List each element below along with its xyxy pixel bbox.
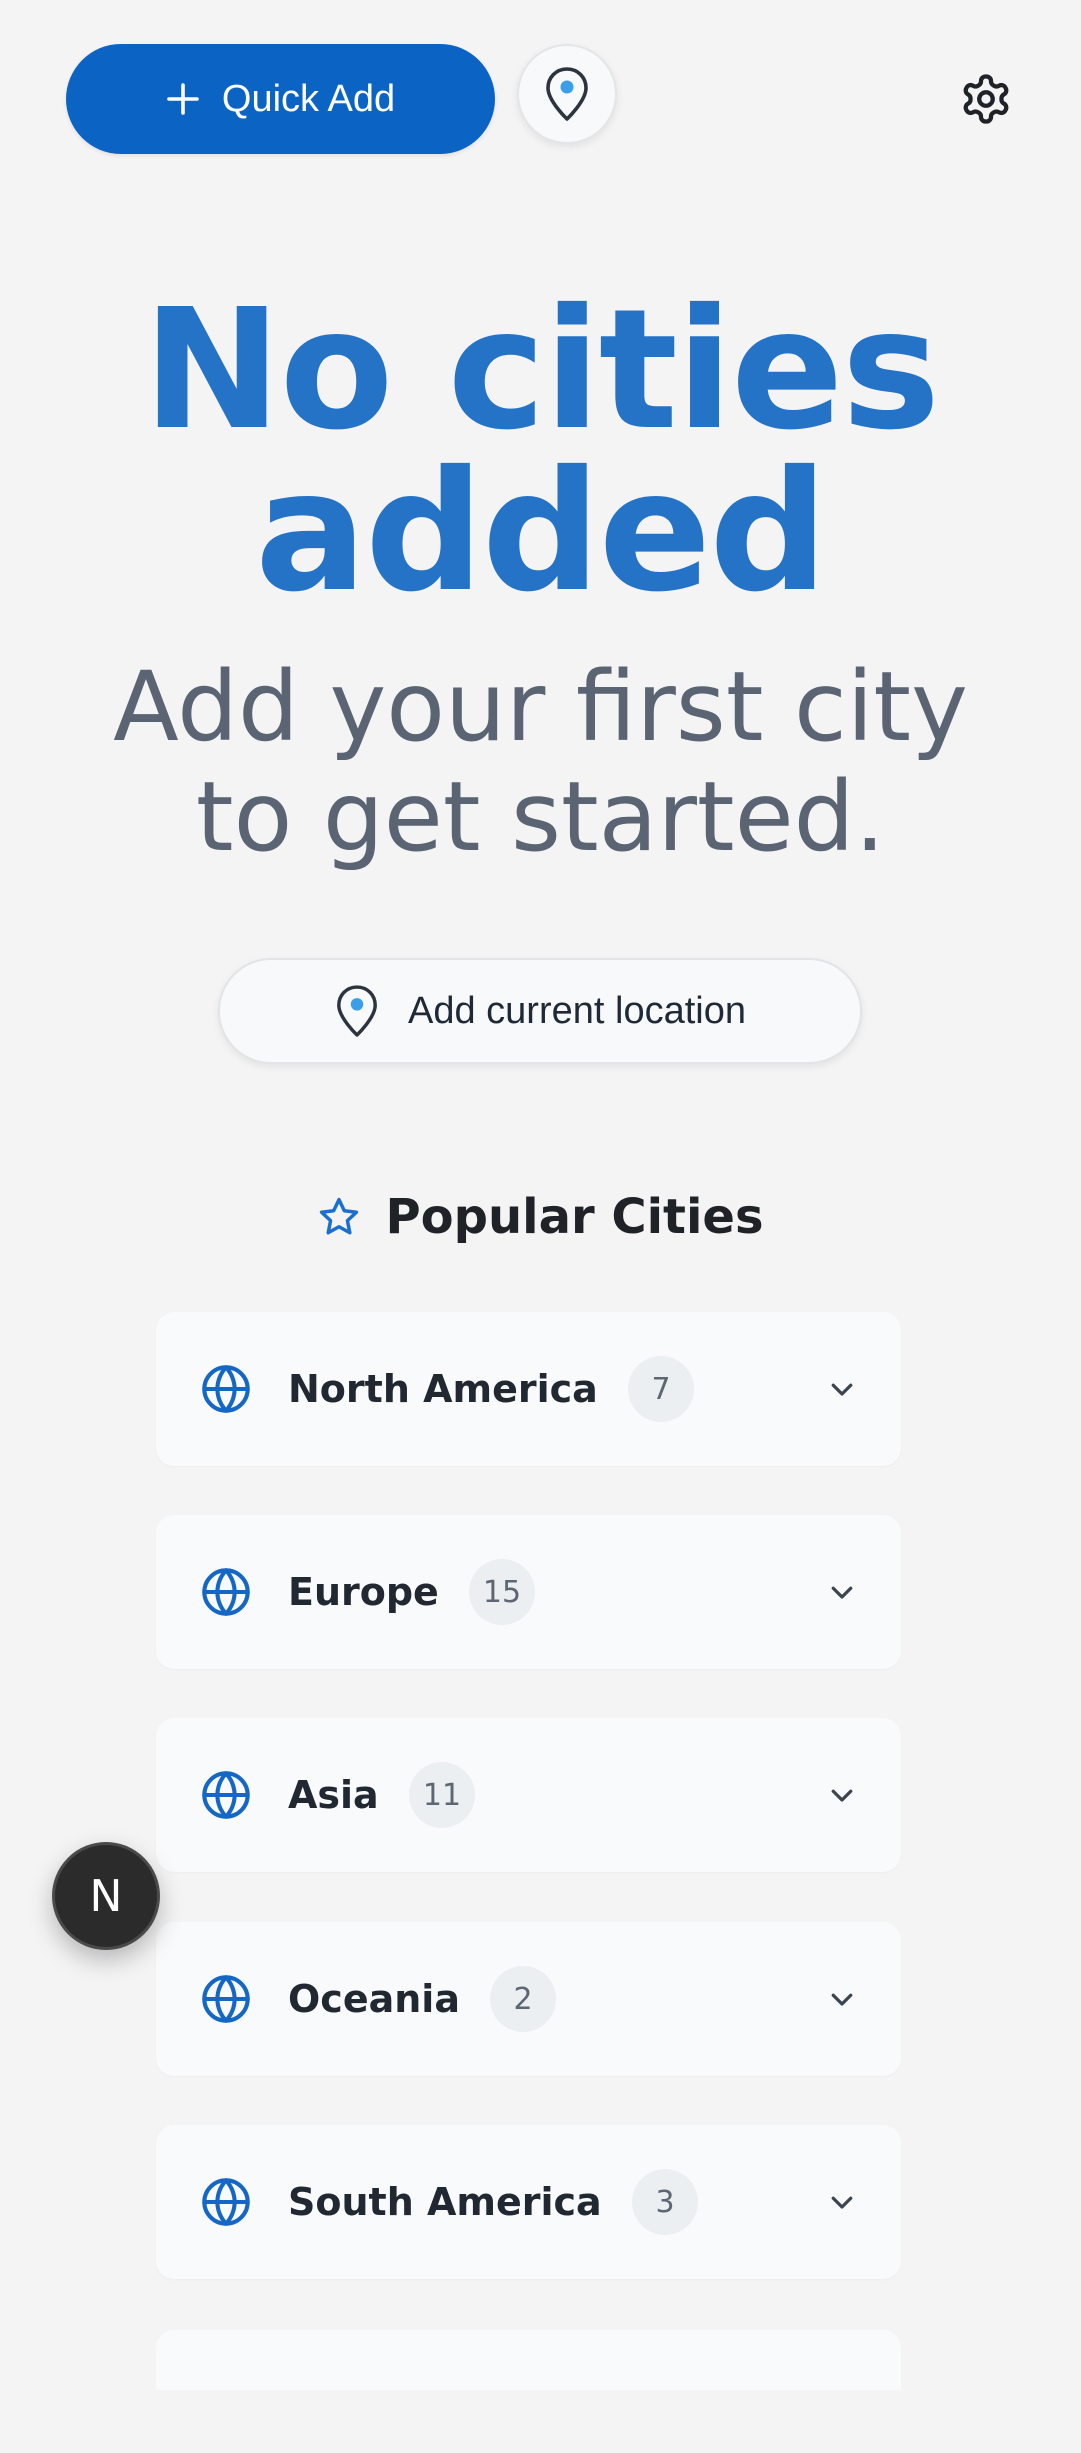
chevron-down-icon[interactable] bbox=[827, 2187, 857, 2217]
region-count-badge: 15 bbox=[469, 1559, 535, 1625]
globe-icon bbox=[200, 1769, 252, 1821]
map-pin-icon bbox=[543, 65, 591, 123]
gear-icon bbox=[959, 72, 1013, 126]
globe-icon bbox=[200, 1363, 252, 1415]
globe-icon bbox=[200, 2176, 252, 2228]
map-pin-icon bbox=[334, 982, 380, 1040]
region-count-badge: 7 bbox=[628, 1356, 694, 1422]
globe-icon bbox=[200, 1566, 252, 1618]
empty-state-title-line1: No cities bbox=[142, 274, 941, 467]
star-icon bbox=[317, 1195, 361, 1239]
empty-state-title: No cities added bbox=[0, 274, 1081, 629]
region-item-europe[interactable]: Europe 15 bbox=[156, 1515, 901, 1669]
quick-add-label: Quick Add bbox=[221, 77, 396, 120]
region-count-badge: 11 bbox=[409, 1762, 475, 1828]
plus-icon bbox=[166, 82, 200, 116]
floating-avatar-button[interactable]: N bbox=[52, 1842, 160, 1950]
region-count-badge: 3 bbox=[632, 2169, 698, 2235]
region-name: North America bbox=[288, 1367, 598, 1411]
settings-button[interactable] bbox=[955, 68, 1017, 130]
floating-avatar-letter: N bbox=[89, 1870, 123, 1922]
empty-state-subtitle-line2: to get started. bbox=[195, 761, 886, 873]
location-button[interactable] bbox=[517, 44, 617, 144]
region-count-badge: 2 bbox=[490, 1966, 556, 2032]
region-item-partial bbox=[156, 2330, 901, 2390]
chevron-down-icon[interactable] bbox=[827, 1577, 857, 1607]
globe-icon bbox=[200, 1973, 252, 2025]
quick-add-button[interactable]: Quick Add bbox=[66, 44, 495, 154]
chevron-down-icon[interactable] bbox=[827, 1780, 857, 1810]
region-name: Europe bbox=[288, 1570, 439, 1614]
region-name: South America bbox=[288, 2180, 602, 2224]
chevron-down-icon[interactable] bbox=[827, 1374, 857, 1404]
popular-cities-heading: Popular Cities bbox=[0, 1182, 1081, 1252]
add-current-location-button[interactable]: Add current location bbox=[218, 958, 862, 1064]
region-item-north-america[interactable]: North America 7 bbox=[156, 1312, 901, 1466]
region-item-oceania[interactable]: Oceania 2 bbox=[156, 1922, 901, 2076]
empty-state-subtitle-line1: Add your first city bbox=[113, 651, 968, 763]
popular-cities-title: Popular Cities bbox=[385, 1189, 764, 1245]
empty-state-subtitle: Add your first city to get started. bbox=[100, 652, 981, 872]
region-name: Asia bbox=[288, 1773, 379, 1817]
region-item-south-america[interactable]: South America 3 bbox=[156, 2125, 901, 2279]
add-current-location-label: Add current location bbox=[408, 989, 746, 1032]
empty-state-title-line2: added bbox=[254, 436, 828, 629]
chevron-down-icon[interactable] bbox=[827, 1984, 857, 2014]
region-name: Oceania bbox=[288, 1977, 460, 2021]
region-item-asia[interactable]: Asia 11 bbox=[156, 1718, 901, 1872]
